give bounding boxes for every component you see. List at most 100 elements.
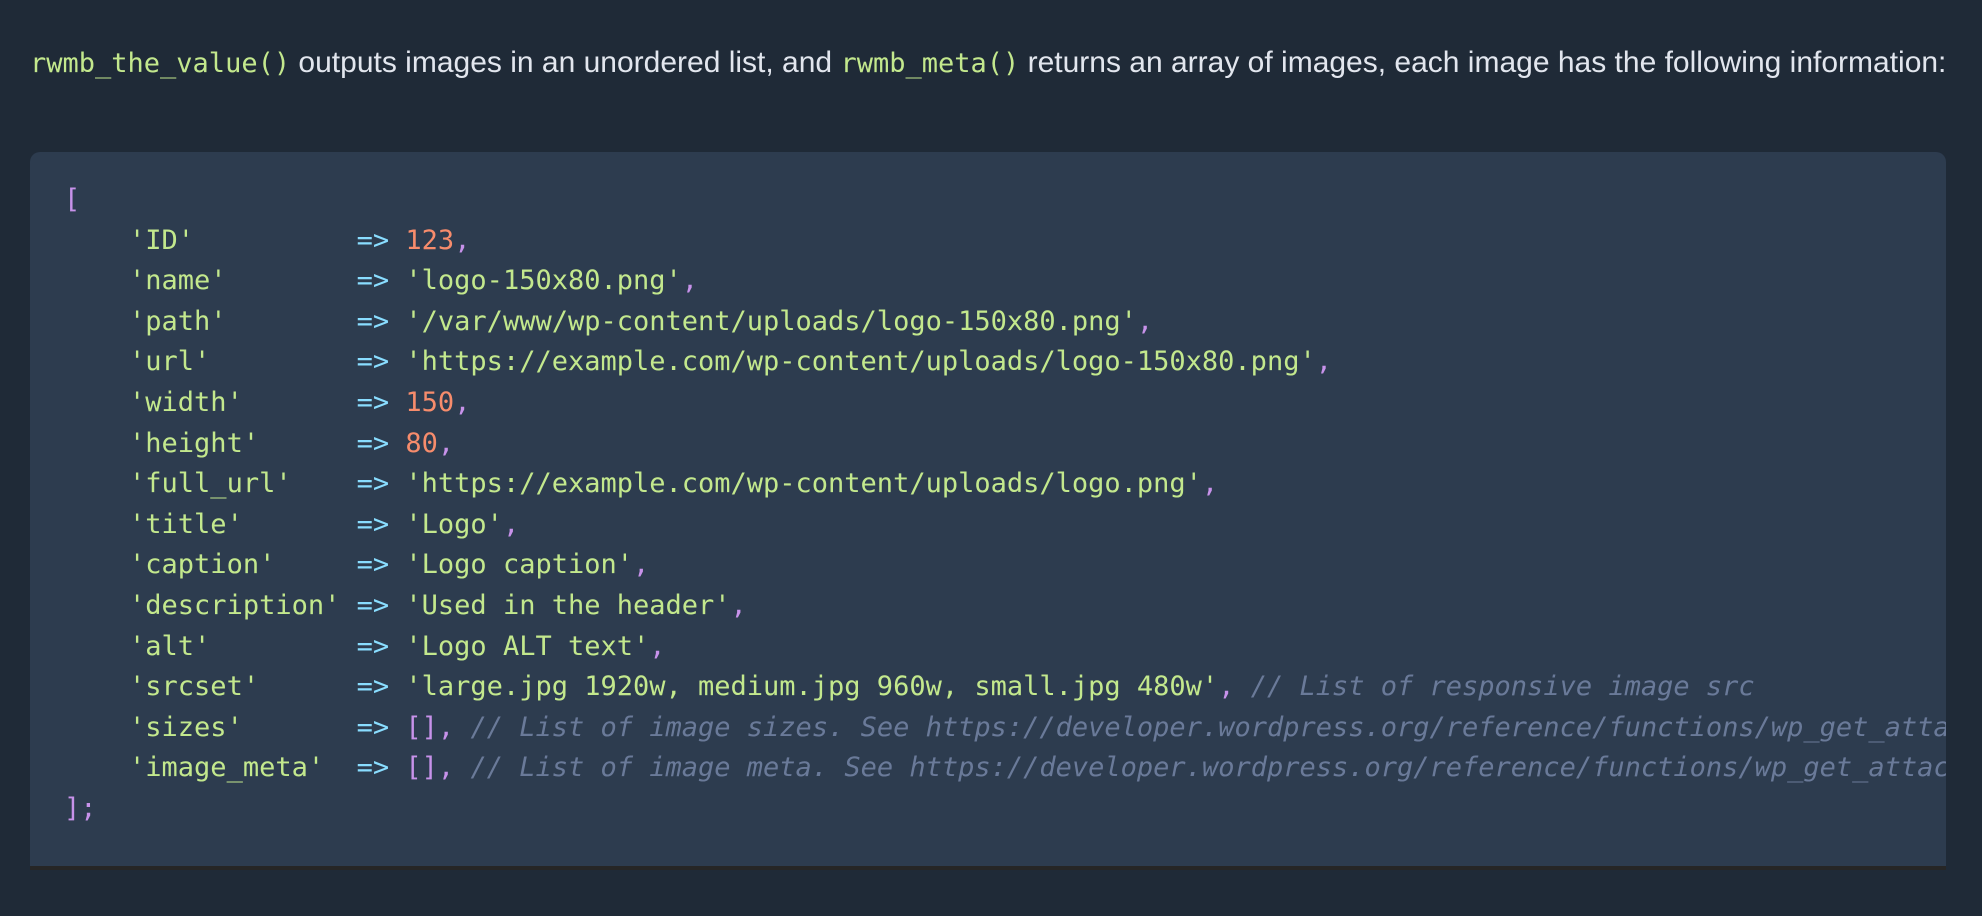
code-line-entry: 'ID' => 123, (64, 221, 1946, 262)
entry-key: 'sizes' (129, 711, 243, 743)
entry-value: [] (405, 711, 438, 743)
entry-value: 'Logo' (405, 508, 503, 540)
inline-code-the-value: rwmb_the_value() (30, 48, 291, 79)
entry-arrow: => (356, 589, 390, 621)
entry-value: '/var/www/wp-content/uploads/logo-150x80… (405, 305, 1137, 337)
entry-padding (275, 549, 356, 580)
entry-arrow: => (356, 265, 390, 297)
entry-padding (243, 509, 357, 540)
intro-text-1: outputs images in an unordered list, and (290, 46, 841, 79)
entry-comma: , (632, 549, 650, 581)
code-line-entry: 'height' => 80, (64, 424, 1946, 465)
entry-comma: , (502, 508, 520, 540)
entry-key: 'description' (129, 589, 341, 621)
entry-value: 150 (405, 386, 455, 418)
code-line-entry: 'sizes' => [], // List of image sizes. S… (64, 708, 1946, 749)
code-line-entry: 'full_url' => 'https://example.com/wp-co… (64, 464, 1946, 505)
entry-padding (340, 590, 356, 621)
entry-key: 'title' (129, 508, 243, 540)
entry-key: 'name' (129, 265, 227, 297)
entry-value: 'https://example.com/wp-content/uploads/… (405, 468, 1202, 500)
entry-value: 'Used in the header' (405, 589, 731, 621)
entry-value: 'https://example.com/wp-content/uploads/… (405, 346, 1316, 378)
entry-padding (210, 346, 356, 377)
entry-padding (243, 387, 357, 418)
entry-comma: , (1315, 346, 1332, 378)
entry-key: 'image_meta' (129, 752, 325, 784)
entry-key: 'ID' (129, 224, 195, 256)
entry-comment: // List of image meta. See https://devel… (470, 752, 1946, 784)
entry-arrow: => (356, 630, 390, 662)
entry-arrow: => (356, 508, 390, 540)
entry-arrow: => (356, 752, 390, 784)
code-line-entry: 'name' => 'logo-150x80.png', (64, 261, 1946, 302)
code-content: [ 'ID' => 123, 'name' => 'logo-150x80.pn… (64, 180, 1946, 830)
horizontal-scrollbar[interactable] (30, 866, 1946, 870)
code-line-entry: 'url' => 'https://example.com/wp-content… (64, 342, 1946, 383)
code-entries: 'ID' => 123, 'name' => 'logo-150x80.png'… (64, 221, 1946, 789)
entry-arrow: => (356, 468, 390, 500)
code-line-open: [ (64, 180, 1946, 221)
array-open-bracket: [ (64, 184, 81, 215)
inline-code-meta: rwmb_meta() (840, 48, 1020, 79)
code-line-close: ]; (64, 789, 1946, 830)
code-line-entry: 'width' => 150, (64, 383, 1946, 424)
entry-padding (292, 468, 357, 499)
entry-key: 'height' (129, 427, 260, 459)
entry-key: 'caption' (129, 549, 276, 581)
entry-comma: , (681, 265, 699, 297)
entry-comma: , (437, 427, 455, 459)
intro-paragraph: rwmb_the_value() outputs images in an un… (30, 36, 1960, 90)
entry-arrow: => (356, 711, 390, 743)
entry-comma: , (1136, 305, 1154, 337)
code-line-entry: 'description' => 'Used in the header', (64, 586, 1946, 627)
entry-comment: // List of responsive image src (1250, 671, 1755, 703)
entry-key: 'url' (129, 346, 211, 378)
entry-comment: // List of image sizes. See https://deve… (470, 711, 1946, 743)
entry-key: 'path' (129, 305, 227, 337)
entry-comma: , (437, 752, 455, 784)
entry-padding (259, 428, 357, 459)
entry-key: 'full_url' (129, 468, 292, 500)
entry-value: 'large.jpg 1920w, medium.jpg 960w, small… (405, 671, 1219, 703)
entry-arrow: => (356, 427, 390, 459)
entry-key: 'alt' (129, 630, 211, 662)
code-line-entry: 'image_meta' => [], // List of image met… (64, 748, 1946, 789)
entry-arrow: => (356, 386, 390, 418)
entry-value: 80 (405, 427, 438, 459)
entry-value: 'Logo ALT text' (405, 630, 650, 662)
entry-comma: , (1201, 468, 1219, 500)
entry-comma: , (454, 224, 471, 256)
code-line-entry: 'caption' => 'Logo caption', (64, 545, 1946, 586)
code-scroll-area[interactable]: [ 'ID' => 123, 'name' => 'logo-150x80.pn… (30, 152, 1946, 866)
entry-arrow: => (356, 346, 390, 378)
code-line-entry: 'alt' => 'Logo ALT text', (64, 627, 1946, 668)
entry-padding (227, 306, 357, 337)
entry-key: 'srcset' (129, 671, 260, 703)
entry-comma: , (454, 386, 471, 418)
entry-padding (194, 225, 357, 256)
entry-value: 'Logo caption' (405, 549, 633, 581)
entry-value: [] (405, 752, 438, 784)
entry-comma: , (649, 630, 666, 662)
intro-text-2: returns an array of images, each image h… (1019, 46, 1947, 79)
code-line-entry: 'srcset' => 'large.jpg 1920w, medium.jpg… (64, 667, 1946, 708)
entry-arrow: => (356, 671, 390, 703)
entry-value: 'logo-150x80.png' (405, 265, 682, 297)
entry-arrow: => (356, 549, 390, 581)
code-block: [ 'ID' => 123, 'name' => 'logo-150x80.pn… (30, 152, 1946, 870)
entry-arrow: => (356, 224, 390, 256)
